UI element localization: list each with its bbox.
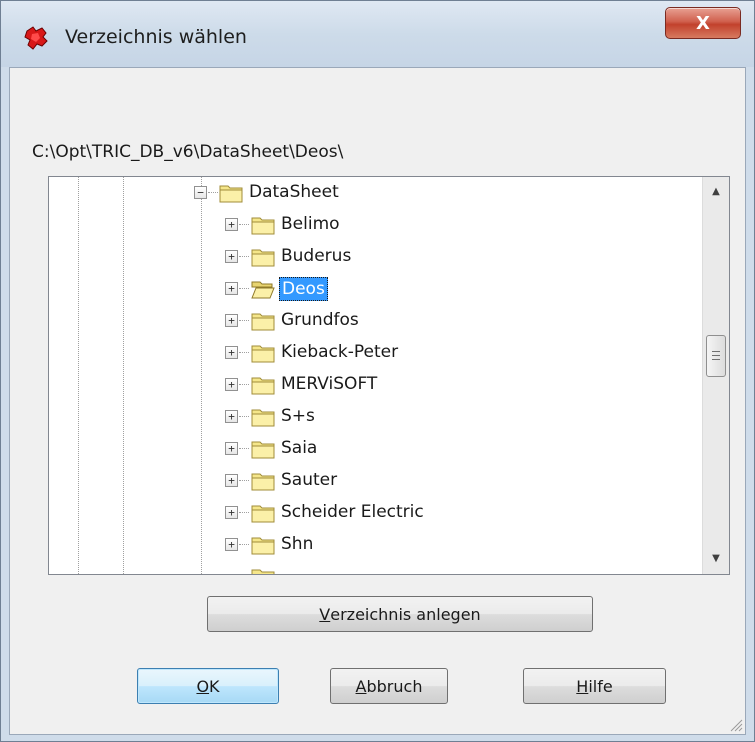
button-label: erzeichnis anlegen [330,604,481,624]
tree-connector [239,512,249,513]
mnemonic-letter: O [196,676,210,696]
mnemonic-letter: A [355,676,367,696]
tree-item-label: DataSheet [249,182,339,202]
current-path-label: C:\Opt\TRIC_DB_v6\DataSheet\Deos\ [32,142,344,162]
tree-item[interactable]: + S+s [49,401,689,433]
expand-icon[interactable]: + [225,282,238,295]
grip-line [712,351,720,352]
folder-icon [251,409,275,427]
create-directory-button[interactable]: Verzeichnis anlegen [207,596,593,632]
resize-grip-icon[interactable] [727,716,743,732]
tree-item[interactable]: + Grundfos [49,305,689,337]
folder-icon [251,537,275,555]
expand-icon[interactable]: + [225,442,238,455]
tree-connector [239,320,249,321]
folder-icon [251,377,275,395]
tree-connector [239,256,249,257]
close-icon: X [696,12,710,34]
expand-icon[interactable]: + [225,538,238,551]
scroll-up-arrow-icon[interactable]: ▲ [703,179,729,205]
button-label: ilfe [588,676,613,696]
folder-icon [251,249,275,267]
ok-button[interactable]: OK [137,668,279,704]
tree-connector [239,224,249,225]
help-button[interactable]: Hilfe [523,668,666,704]
title-bar[interactable]: Verzeichnis wählen X [1,1,754,67]
tree-item[interactable]: + Saia [49,433,689,465]
expand-icon[interactable]: + [225,346,238,359]
open-folder-icon [251,281,275,299]
directory-tree[interactable]: − DataSheet + Belimo + Buderus + Deos + Grundfo… [48,176,730,575]
tree-item[interactable]: + MERViSOFT [49,369,689,401]
tree-connector [239,544,249,545]
tree-item-label: Scheider Electric [281,502,424,522]
vertical-scrollbar[interactable]: ▲ ▼ [702,177,729,574]
grip-line [712,359,720,360]
expand-icon[interactable]: + [225,314,238,327]
grip-line [712,355,720,356]
folder-icon [251,569,275,574]
dialog-body: C:\Opt\TRIC_DB_v6\DataSheet\Deos\ − Data… [9,67,746,735]
expand-icon[interactable]: + [225,250,238,263]
scrollbar-thumb[interactable] [706,335,726,377]
folder-icon [251,473,275,491]
scroll-down-arrow-icon[interactable]: ▼ [703,546,729,572]
cancel-button[interactable]: Abbruch [330,668,448,704]
expand-icon[interactable]: + [225,378,238,391]
tree-item-partial[interactable] [49,561,689,574]
app-icon [24,26,48,50]
folder-icon [251,441,275,459]
close-button[interactable]: X [665,7,741,39]
tree-item-label: S+s [281,406,315,426]
tree-item-label: MERViSOFT [281,374,378,394]
button-label: K [209,676,220,696]
tree-item[interactable]: + Belimo [49,209,689,241]
dialog-window: Verzeichnis wählen X C:\Opt\TRIC_DB_v6\D… [0,0,755,742]
tree-connector [239,480,249,481]
tree-item[interactable]: + Scheider Electric [49,497,689,529]
tree-item-label-selected: Deos [279,277,328,301]
tree-item-label: Belimo [281,214,340,234]
tree-item-parent[interactable]: − DataSheet [49,177,689,209]
folder-icon [251,313,275,331]
tree-connector [239,416,249,417]
tree-item[interactable]: + Kieback-Peter [49,337,689,369]
expand-icon[interactable]: + [225,506,238,519]
expand-icon[interactable]: + [225,474,238,487]
expand-icon[interactable]: + [225,218,238,231]
tree-connector [239,384,249,385]
tree-item-label: Sauter [281,470,338,490]
tree-item[interactable]: + Deos [49,273,689,305]
tree-item-label: Shn [281,534,314,554]
collapse-icon[interactable]: − [194,186,207,199]
tree-item[interactable]: + Sauter [49,465,689,497]
tree-item[interactable]: + Shn [49,529,689,561]
window-title: Verzeichnis wählen [65,26,247,48]
folder-icon [251,217,275,235]
tree-item[interactable]: + Buderus [49,241,689,273]
mnemonic-letter: H [576,676,589,696]
tree-connector [208,192,218,193]
tree-item-label: Kieback-Peter [281,342,399,362]
tree-connector [239,352,249,353]
expand-icon[interactable]: + [225,410,238,423]
button-label: bbruch [366,676,423,696]
mnemonic-letter: V [319,604,331,624]
tree-item-label: Buderus [281,246,352,266]
tree-connector [239,448,249,449]
tree-item-label: Grundfos [281,310,359,330]
tree-connector [239,288,249,289]
folder-icon [219,185,243,203]
folder-icon [251,345,275,363]
folder-icon [251,505,275,523]
tree-item-label: Saia [281,438,318,458]
